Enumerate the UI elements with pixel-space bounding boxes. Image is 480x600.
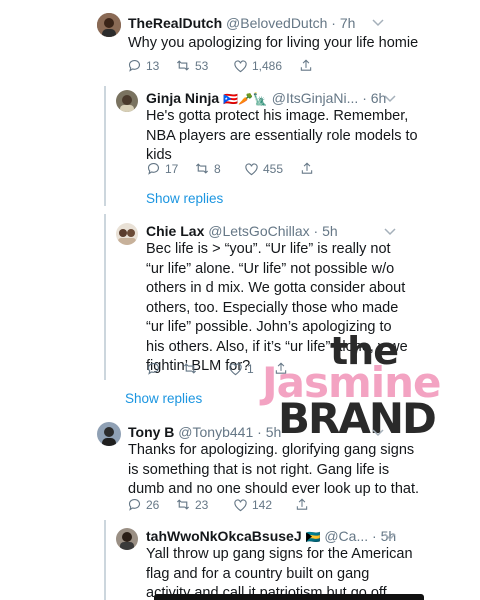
reply-button[interactable]: 26 (127, 497, 175, 512)
separator-dot: · (257, 424, 262, 440)
tweet-line: others, too. Especially those who made (146, 299, 399, 316)
retweet-button[interactable]: 8 (194, 161, 244, 176)
avatar[interactable] (97, 422, 121, 446)
timestamp[interactable]: 5h (266, 424, 282, 440)
tweet-line: Why you apologizing for living your life… (128, 35, 419, 51)
tweet-tahwwonkokcabsusej[interactable]: tahWwoNkOkcaBsuseJ 🇧🇸 @Ca... · 5h Yall t… (0, 522, 480, 600)
like-button[interactable]: 1,486 (233, 59, 299, 73)
like-button[interactable]: 455 (244, 162, 300, 176)
tweet-line: He's gotta protect his image. Remember, (146, 108, 409, 124)
tweet-text: Why you apologizing for living your life… (128, 34, 418, 54)
tweet-tony-b[interactable]: Tony B @Tonyb441 · 5h Thanks for apologi… (0, 418, 480, 518)
tweet-header: Tony B @Tonyb441 · 5h (128, 423, 281, 441)
user-handle[interactable]: @Tonyb441 (178, 424, 253, 440)
share-button[interactable] (299, 58, 313, 73)
reply-icon (128, 498, 141, 511)
retweet-icon (195, 163, 209, 174)
display-name[interactable]: Ginja Ninja (146, 90, 219, 106)
tweet-line: is something that is not right. Gang lif… (128, 461, 390, 478)
retweet-icon (183, 363, 197, 374)
reply-count: 17 (165, 161, 179, 176)
like-count: 142 (252, 497, 273, 512)
reply-button[interactable] (146, 361, 182, 376)
share-button[interactable] (300, 161, 314, 176)
user-handle[interactable]: @Ca... (324, 528, 368, 544)
tweet-ginja-ninja[interactable]: Ginja Ninja 🇵🇷🥕🗽 @ItsGinjaNi... · 6h He'… (0, 84, 480, 214)
avatar[interactable] (116, 90, 138, 112)
tweet-text: Thanks for apologizing. glorifying gang … (128, 441, 419, 500)
chevron-down-icon[interactable] (384, 530, 396, 544)
share-icon (300, 59, 312, 71)
timestamp[interactable]: 5h (322, 223, 338, 239)
separator-dot: · (372, 528, 377, 544)
tweet-line: Bec life is > “you”. “Ur life” is really… (146, 241, 391, 257)
tweet-text: Yall throw up gang signs for the America… (146, 545, 413, 600)
chevron-down-icon[interactable] (372, 16, 384, 30)
tweet-therealdutch[interactable]: TheRealDutch @BelovedDutch · 7h Why you … (0, 0, 480, 80)
reply-button[interactable]: 17 (146, 161, 194, 176)
chevron-down-icon[interactable] (384, 225, 396, 239)
heart-icon (245, 162, 258, 175)
retweet-count: 8 (214, 161, 221, 176)
user-handle[interactable]: @LetsGoChillax (208, 223, 309, 239)
timestamp[interactable]: 7h (340, 15, 356, 31)
chevron-down-icon[interactable] (384, 92, 396, 106)
display-name[interactable]: Chie Lax (146, 223, 204, 239)
tweet-header: TheRealDutch @BelovedDutch · 7h (128, 14, 355, 32)
reply-icon (147, 362, 160, 375)
share-icon (301, 162, 313, 174)
show-replies-link[interactable]: Show replies (146, 191, 223, 206)
avatar[interactable] (116, 528, 138, 550)
display-name[interactable]: tahWwoNkOkcaBsuseJ (146, 528, 302, 544)
tweet-header: Chie Lax @LetsGoChillax · 5h (146, 222, 338, 240)
retweet-button[interactable]: 53 (175, 58, 233, 73)
share-icon (296, 498, 308, 510)
like-count: 1,486 (252, 58, 283, 73)
reply-button[interactable]: 13 (127, 58, 175, 73)
like-count: 1 (247, 361, 254, 376)
heart-icon (229, 362, 242, 375)
display-name[interactable]: TheRealDutch (128, 15, 222, 31)
tweet-actions: 17 8 455 (146, 161, 314, 176)
reply-count: 26 (146, 497, 160, 512)
reply-icon (147, 162, 160, 175)
heart-icon (234, 59, 247, 72)
share-button[interactable] (295, 497, 309, 512)
tweet-line: others in d mix. We gotta consider about (146, 280, 406, 296)
tweet-text: He's gotta protect his image. Remember, … (146, 107, 418, 166)
separator-dot: · (362, 90, 367, 106)
avatar[interactable] (116, 223, 138, 245)
tweet-line: Yall throw up gang signs for the America… (146, 546, 413, 562)
like-count: 455 (263, 161, 284, 176)
name-emoji: 🇧🇸 (305, 530, 321, 544)
tweet-line: “ur life” alone. “Ur life” not possible … (146, 260, 395, 277)
tweet-header: Ginja Ninja 🇵🇷🥕🗽 @ItsGinjaNi... · 6h (146, 89, 386, 108)
like-button[interactable]: 142 (233, 498, 295, 512)
name-emoji: 🇵🇷🥕🗽 (223, 92, 268, 106)
reply-icon (128, 59, 141, 72)
tweet-actions: 13 53 1,486 (127, 58, 313, 73)
retweet-count: 53 (195, 58, 209, 73)
retweet-icon (176, 499, 190, 510)
retweet-icon (176, 60, 190, 71)
user-handle[interactable]: @ItsGinjaNi... (272, 90, 359, 106)
tweet-line: Thanks for apologizing. glorifying gang … (128, 442, 415, 458)
user-handle[interactable]: @BelovedDutch (226, 15, 327, 31)
avatar[interactable] (97, 13, 121, 37)
tweet-header: tahWwoNkOkcaBsuseJ 🇧🇸 @Ca... · 5h (146, 527, 396, 546)
separator-dot: · (331, 15, 336, 31)
chevron-down-icon[interactable] (372, 426, 384, 440)
retweet-count: 23 (195, 497, 209, 512)
tweet-actions: 26 23 142 (127, 497, 309, 512)
retweet-button[interactable]: 23 (175, 497, 233, 512)
show-replies-link[interactable]: Show replies (125, 391, 202, 406)
home-indicator (154, 594, 424, 600)
separator-dot: · (313, 223, 319, 239)
tweet-line: NBA players are essentially role models … (146, 127, 418, 144)
tweet-line: flag and for a country built on gang (146, 565, 370, 582)
display-name[interactable]: Tony B (128, 424, 174, 440)
heart-icon (234, 498, 247, 511)
reply-count: 13 (146, 58, 160, 73)
retweet-button[interactable] (182, 361, 228, 376)
